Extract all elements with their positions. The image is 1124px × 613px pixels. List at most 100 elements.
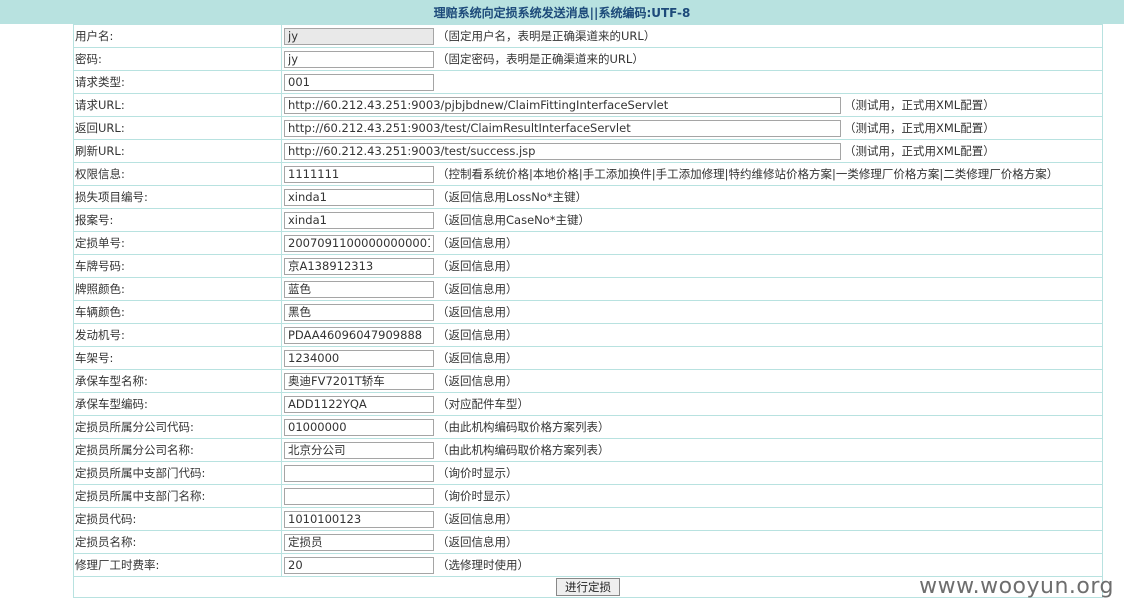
field-note: （测试用，正式用XML配置）	[844, 121, 995, 135]
field-value-cell: （固定密码，表明是正确渠道来的URL）	[281, 47, 1103, 71]
field-note: （返回信息用）	[437, 351, 518, 365]
field-note: （返回信息用CaseNo*主键）	[437, 213, 591, 227]
field-label: 发动机号:	[73, 323, 282, 347]
field-input[interactable]	[284, 50, 434, 68]
form-row: 权限信息: （控制看系统价格|本地价格|手工添加换件|手工添加修理|特约维修站价格…	[73, 162, 1103, 186]
field-value-cell: （返回信息用）	[281, 530, 1103, 554]
field-input[interactable]	[284, 533, 434, 551]
submit-button[interactable]: 进行定损	[556, 578, 620, 596]
field-note: （对应配件车型）	[437, 397, 529, 411]
field-input[interactable]	[284, 27, 434, 45]
field-label: 定损员名称:	[73, 530, 282, 554]
field-input[interactable]	[284, 441, 434, 459]
field-input[interactable]	[284, 188, 434, 206]
field-value-cell: （由此机构编码取价格方案列表）	[281, 415, 1103, 439]
field-label: 定损员所属分公司代码:	[73, 415, 282, 439]
field-input[interactable]	[284, 372, 434, 390]
field-note: （固定密码，表明是正确渠道来的URL）	[437, 52, 644, 66]
field-label: 密码:	[73, 47, 282, 71]
form-row: 车架号: （返回信息用）	[73, 346, 1103, 370]
form-row: 牌照颜色: （返回信息用）	[73, 277, 1103, 301]
field-note: （固定用户名，表明是正确渠道来的URL）	[437, 29, 656, 43]
field-input[interactable]	[284, 326, 434, 344]
form-row: 刷新URL: （测试用，正式用XML配置）	[73, 139, 1103, 163]
field-label: 牌照颜色:	[73, 277, 282, 301]
form-rows: 用户名: （固定用户名，表明是正确渠道来的URL） 密码: （固定密码，表明是正确渠道…	[73, 24, 1103, 577]
field-note: （返回信息用）	[437, 305, 518, 319]
field-value-cell: （返回信息用）	[281, 231, 1103, 255]
field-input[interactable]	[284, 96, 841, 114]
field-label: 定损员所属分公司名称:	[73, 438, 282, 462]
field-value-cell: （控制看系统价格|本地价格|手工添加换件|手工添加修理|特约维修站价格方案|一类…	[281, 162, 1103, 186]
field-note: （返回信息用）	[437, 512, 518, 526]
field-input[interactable]	[284, 510, 434, 528]
form-row: 密码: （固定密码，表明是正确渠道来的URL）	[73, 47, 1103, 71]
field-input[interactable]	[284, 556, 434, 574]
field-input[interactable]	[284, 395, 434, 413]
field-label: 承保车型编码:	[73, 392, 282, 416]
field-label: 车架号:	[73, 346, 282, 370]
form-row: 承保车型名称: （返回信息用）	[73, 369, 1103, 393]
form-row: 损失项目编号: （返回信息用LossNo*主键）	[73, 185, 1103, 209]
field-input[interactable]	[284, 142, 841, 160]
field-input[interactable]	[284, 303, 434, 321]
field-input[interactable]	[284, 280, 434, 298]
field-input[interactable]	[284, 234, 434, 252]
form-row: 车牌号码: （返回信息用）	[73, 254, 1103, 278]
field-value-cell: （测试用，正式用XML配置）	[281, 93, 1103, 117]
field-note: （返回信息用）	[437, 282, 518, 296]
field-value-cell: （返回信息用）	[281, 300, 1103, 324]
form-row: 车辆颜色: （返回信息用）	[73, 300, 1103, 324]
form-row: 报案号: （返回信息用CaseNo*主键）	[73, 208, 1103, 232]
field-value-cell: （返回信息用）	[281, 507, 1103, 531]
field-input[interactable]	[284, 165, 434, 183]
field-input[interactable]	[284, 119, 841, 137]
field-note: （由此机构编码取价格方案列表）	[437, 443, 610, 457]
form-row: 定损员代码: （返回信息用）	[73, 507, 1103, 531]
field-input[interactable]	[284, 464, 434, 482]
field-label: 刷新URL:	[73, 139, 282, 163]
form-row: 请求类型:	[73, 70, 1103, 94]
field-note: （返回信息用）	[437, 374, 518, 388]
field-label: 定损单号:	[73, 231, 282, 255]
field-note: （测试用，正式用XML配置）	[844, 98, 995, 112]
field-value-cell: （固定用户名，表明是正确渠道来的URL）	[281, 24, 1103, 48]
form-row: 定损员名称: （返回信息用）	[73, 530, 1103, 554]
field-value-cell: （返回信息用）	[281, 254, 1103, 278]
field-label: 报案号:	[73, 208, 282, 232]
field-input[interactable]	[284, 257, 434, 275]
form-row: 发动机号: （返回信息用）	[73, 323, 1103, 347]
field-value-cell: （测试用，正式用XML配置）	[281, 116, 1103, 140]
field-input[interactable]	[284, 211, 434, 229]
field-note: （返回信息用LossNo*主键）	[437, 190, 588, 204]
field-label: 定损员代码:	[73, 507, 282, 531]
field-value-cell: （由此机构编码取价格方案列表）	[281, 438, 1103, 462]
form-row: 定损员所属分公司代码: （由此机构编码取价格方案列表）	[73, 415, 1103, 439]
field-value-cell: （返回信息用）	[281, 323, 1103, 347]
field-input[interactable]	[284, 349, 434, 367]
field-note: （返回信息用）	[437, 328, 518, 342]
field-note: （选修理时使用）	[437, 558, 529, 572]
field-value-cell: （返回信息用）	[281, 369, 1103, 393]
field-label: 请求URL:	[73, 93, 282, 117]
form-row: 定损员所属分公司名称: （由此机构编码取价格方案列表）	[73, 438, 1103, 462]
field-label: 返回URL:	[73, 116, 282, 140]
field-input[interactable]	[284, 73, 434, 91]
field-note: （返回信息用）	[437, 535, 518, 549]
page-title: 理赔系统向定损系统发送消息||系统编码:UTF-8	[0, 0, 1124, 24]
field-note: （返回信息用）	[437, 259, 518, 273]
watermark: www.wooyun.org	[919, 574, 1114, 599]
form-row: 承保车型编码: （对应配件车型）	[73, 392, 1103, 416]
field-label: 定损员所属中支部门名称:	[73, 484, 282, 508]
form-row: 请求URL: （测试用，正式用XML配置）	[73, 93, 1103, 117]
field-value-cell: （返回信息用CaseNo*主键）	[281, 208, 1103, 232]
field-label: 车辆颜色:	[73, 300, 282, 324]
field-label: 承保车型名称:	[73, 369, 282, 393]
field-input[interactable]	[284, 418, 434, 436]
field-note: （询价时显示）	[437, 466, 518, 480]
field-input[interactable]	[284, 487, 434, 505]
field-value-cell: （测试用，正式用XML配置）	[281, 139, 1103, 163]
claim-form: 用户名: （固定用户名，表明是正确渠道来的URL） 密码: （固定密码，表明是正确渠道…	[73, 24, 1103, 598]
field-value-cell: （对应配件车型）	[281, 392, 1103, 416]
field-value-cell: （询价时显示）	[281, 461, 1103, 485]
